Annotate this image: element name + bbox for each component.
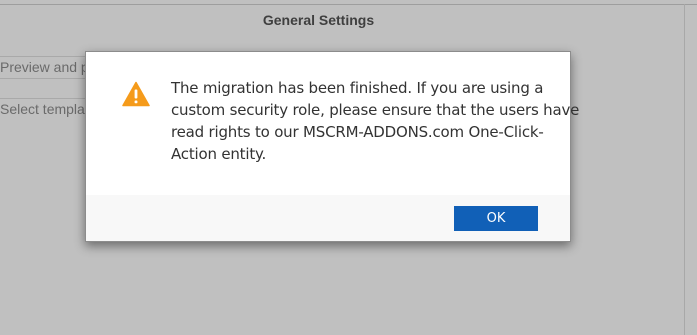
preview-field-label: Preview and p bbox=[0, 59, 89, 75]
dialog-body: The migration has been finished. If you … bbox=[86, 52, 580, 195]
dialog-footer: OK bbox=[86, 195, 570, 241]
warning-icon bbox=[122, 81, 150, 107]
select-template-field-label: Select templa bbox=[0, 101, 85, 117]
top-divider bbox=[0, 4, 697, 5]
message-line: custom security role, please ensure that… bbox=[171, 101, 580, 119]
message-line: The migration has been finished. If you … bbox=[171, 79, 544, 97]
message-line: Action entity. bbox=[171, 145, 267, 163]
dialog-message: The migration has been finished. If you … bbox=[171, 77, 580, 165]
page-title: General Settings bbox=[262, 12, 375, 28]
ok-button[interactable]: OK bbox=[454, 206, 538, 231]
right-divider bbox=[684, 4, 685, 335]
message-line: read rights to our MSCRM-ADDONS.com One-… bbox=[171, 123, 544, 141]
alert-dialog: The migration has been finished. If you … bbox=[85, 51, 580, 242]
